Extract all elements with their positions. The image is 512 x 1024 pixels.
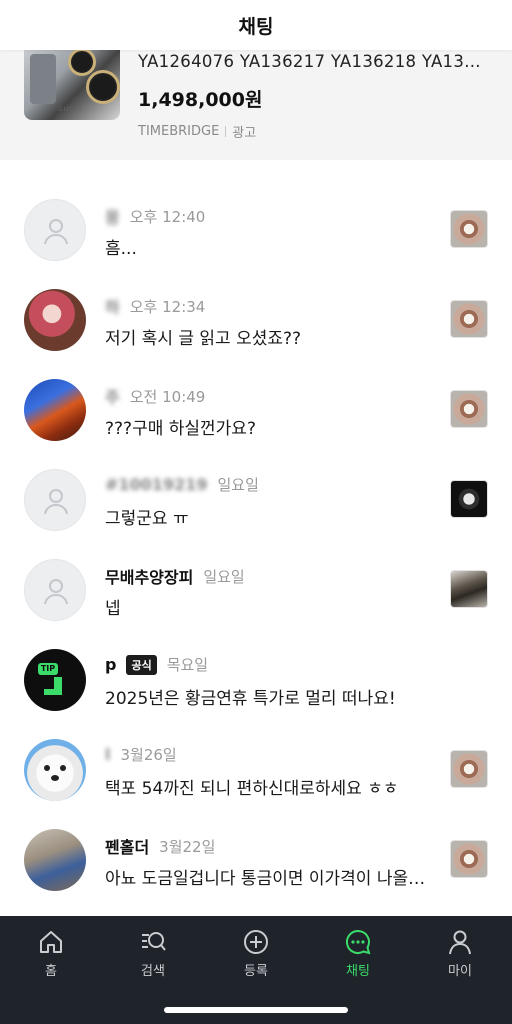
avatar xyxy=(24,379,86,441)
chat-row[interactable]: 몽 오후 12:40 흠... xyxy=(0,182,512,272)
tab-search[interactable]: 검색 xyxy=(113,928,193,979)
tip-logo-label: TIP xyxy=(38,663,58,675)
tab-label: 검색 xyxy=(141,964,165,979)
chat-header: 펜홀더 3월22일 xyxy=(105,834,215,858)
chat-header: l 3월26일 xyxy=(105,744,177,765)
chat-message: 저기 혹시 글 읽고 오셨죠?? xyxy=(105,329,302,349)
chat-row[interactable]: l 3월26일 택포 54까진 되니 편하신대로하세요 ㅎㅎ xyxy=(0,722,512,812)
tab-home[interactable]: 홈 xyxy=(11,928,91,979)
chat-message: 그렇군요 ㅠ xyxy=(105,509,189,529)
person-icon xyxy=(449,930,471,955)
tab-label: 마이 xyxy=(448,964,472,979)
product-thumbnail xyxy=(450,750,488,788)
chat-row[interactable]: 주 오전 10:49 ???구매 하실껀가요? xyxy=(0,362,512,452)
chat-name: 몽 xyxy=(105,208,120,227)
ad-meta: TIMEBRIDGE 광고 xyxy=(138,122,256,141)
ad-thumbnail[interactable]: GUCCI xyxy=(24,40,120,120)
tip-logo-icon: TIP xyxy=(38,663,72,697)
chat-header: 몽 오후 12:40 xyxy=(105,204,205,228)
default-user-icon xyxy=(44,489,68,515)
avatar xyxy=(24,739,86,801)
chat-name: p xyxy=(105,655,117,674)
default-user-icon xyxy=(44,219,68,245)
ad-advertiser: TIMEBRIDGE xyxy=(138,124,220,139)
chat-name: 무배추양장피 xyxy=(105,568,194,587)
chat-message: 흠... xyxy=(105,239,137,259)
avatar: TIP xyxy=(24,649,86,711)
watch-image xyxy=(86,70,120,104)
chat-name: #10019219 xyxy=(105,475,208,494)
chat-row[interactable]: #10019219 일요일 그렇군요 ㅠ xyxy=(0,452,512,542)
avatar xyxy=(24,469,86,531)
chat-header: 무배추양장피 일요일 xyxy=(105,564,245,588)
ad-title[interactable]: YA1264076 YA136217 YA136218 YA136219 xyxy=(138,52,488,71)
product-thumbnail xyxy=(450,300,488,338)
chat-time: 일요일 xyxy=(203,567,245,586)
product-thumbnail xyxy=(450,840,488,878)
ad-price: 1,498,000원 xyxy=(138,89,263,111)
chat-time: 오전 10:49 xyxy=(129,387,206,406)
chat-row[interactable]: 무배추양장피 일요일 넵 xyxy=(0,542,512,632)
model-arm-image xyxy=(30,54,56,104)
product-thumbnail xyxy=(450,210,488,248)
header: 채팅 xyxy=(0,0,512,50)
tab-label: 채팅 xyxy=(346,964,370,979)
home-indicator xyxy=(164,1007,348,1013)
chat-time: 일요일 xyxy=(217,476,259,494)
avatar xyxy=(24,199,86,261)
tab-label: 홈 xyxy=(45,964,57,979)
chat-time: 목요일 xyxy=(166,656,209,674)
ad-banner[interactable]: GUCCI YA1264076 YA136217 YA136218 YA1362… xyxy=(0,40,512,160)
chat-message: 2025년은 황금연휴 특가로 멀리 떠나요! xyxy=(105,689,396,709)
ad-thumb-logo: GUCCI xyxy=(58,106,83,113)
chat-name: l xyxy=(105,745,111,764)
divider xyxy=(225,126,227,137)
chat-row[interactable]: 펜홀더 3월22일 아뇨 도금일겁니다 통금이면 이가격이 나올수가 없어요 xyxy=(0,812,512,902)
home-icon xyxy=(40,931,62,953)
chat-header: 주 오전 10:49 xyxy=(105,384,205,408)
chat-name: 주 xyxy=(105,388,120,407)
chat-row[interactable]: TIP p 공식 목요일 2025년은 황금연휴 특가로 멀리 떠나요! xyxy=(0,632,512,722)
avatar xyxy=(24,829,86,891)
avatar xyxy=(24,289,86,351)
chat-name: 하 xyxy=(105,298,120,317)
chat-message: 넵 xyxy=(105,599,121,619)
product-thumbnail xyxy=(450,390,488,428)
product-thumbnail xyxy=(450,480,488,518)
chat-row[interactable]: 하 오후 12:34 저기 혹시 글 읽고 오셨죠?? xyxy=(0,272,512,362)
chat-time: 3월26일 xyxy=(120,746,177,764)
default-user-icon xyxy=(44,579,68,605)
watch-image xyxy=(68,48,96,76)
ad-label: 광고 xyxy=(232,126,257,141)
tab-label: 등록 xyxy=(244,964,268,979)
page-title: 채팅 xyxy=(238,15,274,38)
search-icon xyxy=(142,932,166,951)
chat-header: 하 오후 12:34 xyxy=(105,294,205,318)
official-badge: 공식 xyxy=(126,654,157,675)
chat-header: #10019219 일요일 xyxy=(105,474,259,495)
chat-icon xyxy=(346,929,371,955)
plus-circle-icon xyxy=(244,930,268,954)
chat-message: ???구매 하실껀가요? xyxy=(105,419,256,439)
chat-time: 3월22일 xyxy=(159,837,216,856)
tab-my[interactable]: 마이 xyxy=(420,928,500,979)
tab-register[interactable]: 등록 xyxy=(216,928,296,979)
chat-time: 오후 12:40 xyxy=(129,207,206,226)
tab-chat[interactable]: 채팅 xyxy=(318,928,398,979)
avatar xyxy=(24,559,86,621)
product-thumbnail xyxy=(450,570,488,608)
chat-message: 아뇨 도금일겁니다 통금이면 이가격이 나올수가 없어요 xyxy=(105,869,435,889)
chat-header: p 공식 목요일 xyxy=(105,654,208,675)
chat-time: 오후 12:34 xyxy=(129,297,206,316)
chat-message: 택포 54까진 되니 편하신대로하세요 ㅎㅎ xyxy=(105,779,399,799)
chat-name: 펜홀더 xyxy=(105,838,150,857)
